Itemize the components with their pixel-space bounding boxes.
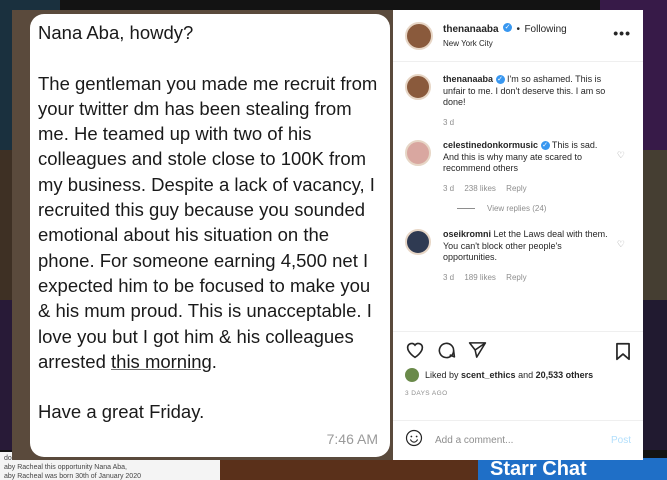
header-username[interactable]: thenanaaba [443, 24, 499, 35]
comment-username[interactable]: thenanaaba [443, 74, 493, 84]
header-text: thenanaaba ✓ • Following New York City [443, 21, 567, 51]
message-greeting: Nana Aba, howdy? [38, 22, 194, 43]
caption-comment: thenanaaba ✓ I'm so ashamed. This is unf… [405, 74, 631, 128]
bookmark-icon[interactable] [615, 342, 631, 361]
view-replies-label: View replies (24) [487, 204, 547, 213]
comment-body: thenanaaba ✓ I'm so ashamed. This is unf… [443, 74, 615, 128]
comment-meta: 3 d 238 likes Reply [443, 183, 615, 195]
more-options-icon[interactable]: ••• [613, 25, 631, 41]
emoji-smiley-icon[interactable] [405, 429, 423, 452]
post-panel: thenanaaba ✓ • Following New York City •… [393, 10, 643, 460]
comment-bubble-icon[interactable] [437, 341, 456, 360]
likes-summary: Liked by scent_ethics and 20,533 others [393, 368, 643, 382]
comment-body: oseikromni Let the Laws deal with them. … [443, 229, 615, 283]
comment-username[interactable]: celestinedonkormusic [443, 140, 538, 150]
location-link[interactable]: New York City [443, 37, 567, 51]
chat-bubble: Nana Aba, howdy? The gentleman you made … [30, 14, 390, 457]
comment-likes[interactable]: 189 likes [464, 273, 496, 282]
comment-likes[interactable]: 238 likes [464, 184, 496, 193]
comments-list[interactable]: thenanaaba ✓ I'm so ashamed. This is unf… [393, 62, 643, 332]
following-button[interactable]: Following [524, 24, 566, 35]
verified-badge-icon: ✓ [540, 141, 550, 151]
comment-item: oseikromni Let the Laws deal with them. … [405, 229, 631, 283]
post-timestamp[interactable]: 3 DAYS AGO [393, 382, 643, 397]
message-link: this morning [111, 350, 212, 372]
avatar[interactable] [405, 21, 433, 50]
comment-time[interactable]: 3 d [443, 273, 454, 282]
message-period: . [211, 350, 217, 372]
like-comment-heart-icon[interactable]: ♡ [617, 239, 625, 250]
comment-meta: 3 d [443, 117, 615, 129]
post-comment-button[interactable]: Post [611, 435, 631, 446]
comment-time[interactable]: 3 d [443, 118, 454, 127]
comment-meta: 3 d 189 likes Reply [443, 272, 615, 284]
likes-count[interactable]: 20,533 others [536, 370, 594, 380]
header-separator: • [516, 23, 520, 35]
post-header: thenanaaba ✓ • Following New York City •… [393, 10, 643, 62]
view-replies-button[interactable]: View replies (24) [457, 204, 631, 213]
likes-middle: and [515, 370, 536, 380]
avatar[interactable] [405, 229, 431, 255]
reply-button[interactable]: Reply [506, 273, 526, 282]
comment-time[interactable]: 3 d [443, 184, 454, 193]
likes-text: Liked by scent_ethics and 20,533 others [425, 370, 593, 380]
verified-badge-icon: ✓ [503, 22, 513, 32]
background-banner: Starr Chat [478, 458, 667, 480]
like-comment-heart-icon[interactable]: ♡ [617, 150, 625, 161]
liker-avatar[interactable] [405, 368, 419, 382]
comment-item: celestinedonkormusic ✓ This is sad. And … [405, 140, 631, 194]
reply-button[interactable]: Reply [506, 184, 526, 193]
add-comment-bar: Post [393, 420, 643, 460]
message-text: Nana Aba, howdy? The gentleman you made … [38, 20, 382, 425]
message-closing: Have a great Friday. [38, 401, 205, 423]
share-paper-plane-icon[interactable] [468, 341, 487, 359]
comment-input[interactable] [435, 435, 605, 446]
message-body: The gentleman you made me recruit from y… [38, 72, 378, 372]
verified-badge-icon: ✓ [495, 75, 505, 85]
likes-prefix: Liked by [425, 370, 462, 380]
replies-divider [457, 208, 475, 209]
message-time: 7:46 AM [326, 431, 378, 447]
avatar[interactable] [405, 74, 431, 100]
avatar[interactable] [405, 140, 431, 166]
comment-username[interactable]: oseikromni [443, 229, 491, 239]
comment-body: celestinedonkormusic ✓ This is sad. And … [443, 140, 615, 194]
liker-username[interactable]: scent_ethics [461, 370, 516, 380]
like-heart-icon[interactable] [405, 341, 425, 359]
post-image: Nana Aba, howdy? The gentleman you made … [12, 10, 393, 460]
action-bar [393, 332, 643, 368]
